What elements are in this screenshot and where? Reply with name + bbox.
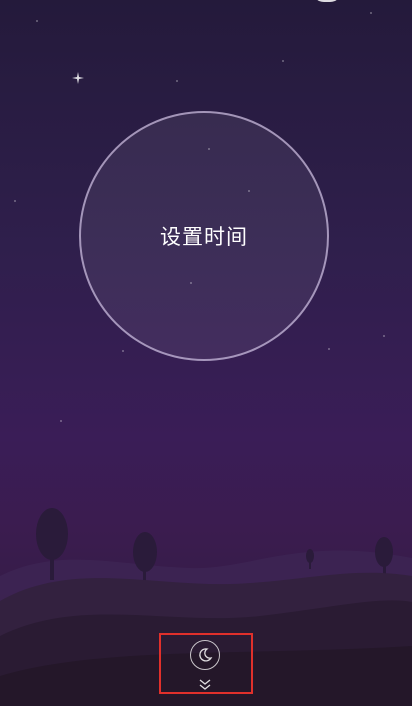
set-time-label: 设置时间 [160,225,248,249]
double-chevron-down-icon[interactable] [197,678,213,692]
sparkle-star-icon [72,72,84,84]
sleep-timer-screen: 设置时间 [0,0,412,706]
set-time-button[interactable]: 设置时间 [79,111,329,361]
crescent-moon-icon [199,648,213,662]
sleep-mode-button[interactable] [190,640,220,670]
